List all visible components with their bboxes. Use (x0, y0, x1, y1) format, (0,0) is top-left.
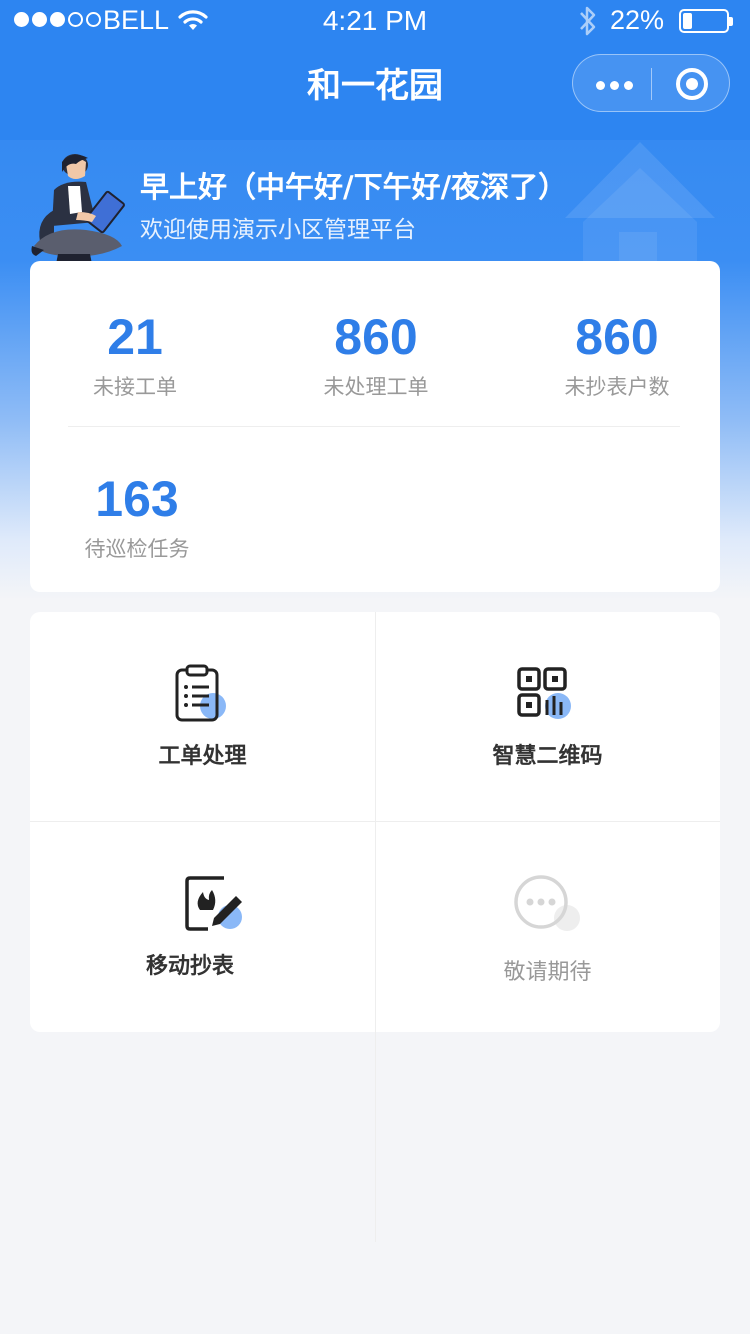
menu-item-meter-reading[interactable]: 移动抄表 (30, 822, 375, 1032)
bluetooth-icon (580, 6, 596, 36)
battery-fill (683, 13, 692, 29)
stats-card: 21 未接工单 860 未处理工单 860 未抄表户数 163 待巡检任务 (30, 261, 720, 592)
feature-grid: 工单处理 智慧二维码 移动抄表 敬请期待 (30, 612, 720, 1032)
close-program-button[interactable] (676, 68, 708, 100)
stat-value: 21 (107, 309, 163, 365)
stat-value: 163 (95, 471, 179, 527)
stats-divider (68, 426, 680, 427)
status-bar: BELL 4:21 PM 22% (0, 0, 750, 42)
more-menu-button[interactable] (596, 81, 633, 90)
clipboard-icon (175, 664, 226, 722)
stat-unaccepted-orders[interactable]: 21 未接工单 (35, 307, 235, 401)
stat-label: 未处理工单 (323, 375, 429, 399)
battery-percent: 22% (610, 5, 665, 35)
capsule-divider (651, 68, 652, 100)
grid-divider-extension (375, 1032, 376, 1242)
stat-label: 待巡检任务 (84, 537, 190, 561)
menu-item-qr-code[interactable]: 智慧二维码 (375, 612, 720, 822)
stat-value: 860 (575, 309, 659, 365)
house-watermark-icon (565, 142, 715, 270)
menu-label: 智慧二维码 (492, 744, 603, 769)
stat-label: 未抄表户数 (564, 375, 670, 399)
menu-label: 工单处理 (158, 744, 247, 769)
menu-label: 敬请期待 (503, 960, 592, 985)
qr-code-icon (516, 667, 571, 719)
battery-icon (679, 9, 733, 33)
menu-label: 移动抄表 (145, 954, 234, 979)
stat-label: 未接工单 (93, 375, 177, 399)
stat-unprocessed-orders[interactable]: 860 未处理工单 (276, 307, 476, 401)
mini-program-capsule (572, 54, 730, 112)
edit-meter-icon (185, 876, 242, 931)
greeting-text: 早上好（中午好/下午好/夜深了） (140, 170, 568, 204)
more-dots-icon (513, 875, 580, 931)
menu-item-work-orders[interactable]: 工单处理 (30, 612, 375, 822)
person-with-tablet-illustration (31, 154, 125, 264)
stat-pending-inspections[interactable]: 163 待巡检任务 (37, 469, 237, 563)
app-page: BELL 4:21 PM 22% 和一花园 早上好（中午好/下午好/夜深了） 欢… (0, 0, 750, 1334)
stat-value: 860 (334, 309, 418, 365)
stat-unread-meters[interactable]: 860 未抄表户数 (517, 307, 717, 401)
welcome-text: 欢迎使用演示小区管理平台 (140, 217, 416, 243)
menu-item-coming-soon[interactable]: 敬请期待 (375, 822, 720, 1032)
